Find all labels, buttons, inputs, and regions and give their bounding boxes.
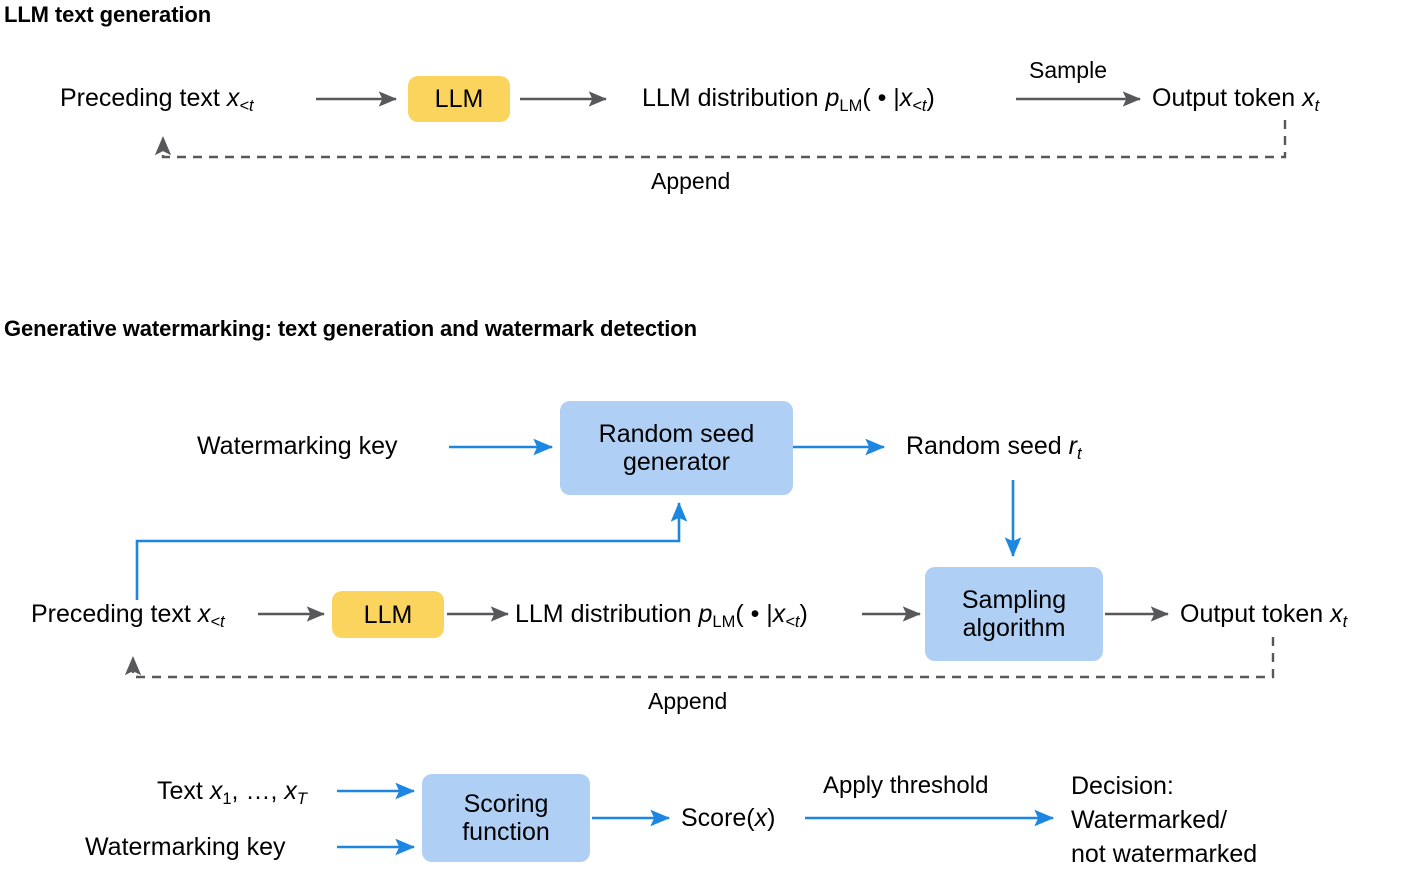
llm-distribution-var: p: [825, 84, 840, 112]
llm-distribution-args: ( • |: [862, 84, 900, 112]
llm-distribution-argvar: x: [899, 84, 913, 112]
text-sequence-var2: x: [284, 777, 297, 805]
preceding-text-sub: <t: [239, 97, 254, 116]
node-scoring-function-label-line2: function: [462, 818, 550, 846]
arrow-append-feedback-1: [154, 120, 1287, 159]
text-sequence-mid: , …,: [231, 777, 285, 805]
preceding-text-var: x: [226, 84, 240, 112]
llm-distribution-close: ): [926, 84, 935, 112]
arrow-precedingtext-to-seedgen: [135, 501, 688, 600]
label-sample-1: Sample: [1029, 57, 1107, 83]
section-title-llm-text-generation: LLM text generation: [4, 2, 212, 27]
llm-distribution-2-args: ( • |: [735, 600, 773, 628]
label-append-1: Append: [651, 168, 731, 194]
llm-distribution-2-close: ): [799, 600, 808, 628]
llm-distribution-2-word: LLM distribution: [515, 600, 692, 628]
node-random-seed-generator-label-line1: Random seed: [598, 420, 755, 448]
preceding-text-word: Preceding text: [60, 84, 220, 112]
label-append-2: Append: [648, 688, 728, 714]
output-token-word: Output token: [1152, 84, 1296, 112]
preceding-text-2-var: x: [197, 600, 211, 628]
llm-distribution-2-argsub: <t: [785, 613, 800, 632]
label-text-sequence: Text x1, …, xT: [157, 777, 307, 809]
node-random-seed-generator-label-line2: generator: [622, 448, 731, 476]
llm-distribution-sub: LM: [839, 97, 863, 116]
text-sequence-var1: x: [209, 777, 223, 805]
output-token-2-sub: t: [1342, 613, 1348, 632]
score-var: x: [754, 804, 768, 832]
text-sequence-sub1: 1: [222, 790, 232, 809]
preceding-text-2-sub: <t: [210, 613, 225, 632]
node-random-seed-generator[interactable]: Random seed generator: [560, 401, 793, 495]
label-decision-line3: not watermarked: [1071, 840, 1258, 868]
output-token-2-var: x: [1330, 600, 1343, 628]
random-seed-sub: t: [1076, 445, 1082, 464]
label-watermarking-key-bottom: Watermarking key: [85, 833, 286, 861]
label-preceding-text-2: Preceding text x<t: [31, 600, 225, 632]
node-sampling-algorithm[interactable]: Sampling algorithm: [925, 567, 1103, 661]
text-sequence-word: Text: [157, 777, 203, 805]
label-apply-threshold: Apply threshold: [823, 772, 989, 799]
output-token-sub: t: [1314, 97, 1320, 116]
label-decision-line2: Watermarked/: [1071, 806, 1228, 834]
label-output-token-2: Output token xt: [1180, 600, 1348, 632]
label-random-seed: Random seed rt: [906, 432, 1082, 464]
llm-distribution-2-var: p: [698, 600, 713, 628]
llm-distribution-word: LLM distribution: [642, 84, 819, 112]
score-word: Score(: [681, 804, 755, 832]
label-score: Score(x): [681, 804, 775, 834]
node-sampling-algorithm-label-line1: Sampling: [961, 586, 1067, 614]
llm-distribution-argsub: <t: [912, 97, 927, 116]
node-sampling-algorithm-label-line2: algorithm: [962, 614, 1066, 642]
output-token-2-word: Output token: [1180, 600, 1324, 628]
text-sequence-sub2: T: [296, 790, 307, 809]
label-preceding-text-1: Preceding text x<t: [60, 84, 254, 116]
label-decision-line1: Decision:: [1071, 772, 1174, 800]
label-llm-distribution-1: LLM distribution pLM( • |x<t): [642, 84, 935, 116]
section-title-generative-watermarking: Generative watermarking: text generation…: [4, 316, 697, 341]
label-watermarking-key-top: Watermarking key: [197, 432, 398, 460]
llm-distribution-2-argvar: x: [772, 600, 786, 628]
random-seed-word: Random seed: [906, 432, 1062, 460]
node-llm-2[interactable]: LLM: [332, 591, 444, 638]
diagram-canvas: LLM text generation Preceding text x<t LL…: [0, 0, 1417, 878]
preceding-text-2-word: Preceding text: [31, 600, 191, 628]
random-seed-var: r: [1068, 432, 1077, 460]
node-scoring-function-label-line1: Scoring: [463, 790, 549, 818]
llm-distribution-2-sub: LM: [712, 613, 736, 632]
node-scoring-function[interactable]: Scoring function: [422, 774, 590, 862]
label-llm-distribution-2: LLM distribution pLM( • |x<t): [515, 600, 808, 632]
label-output-token-1: Output token xt: [1152, 84, 1320, 116]
node-llm-1[interactable]: LLM: [408, 76, 510, 122]
node-llm-2-label: LLM: [363, 600, 413, 629]
score-close: ): [767, 804, 776, 832]
node-llm-1-label: LLM: [434, 85, 484, 113]
output-token-var: x: [1302, 84, 1315, 112]
